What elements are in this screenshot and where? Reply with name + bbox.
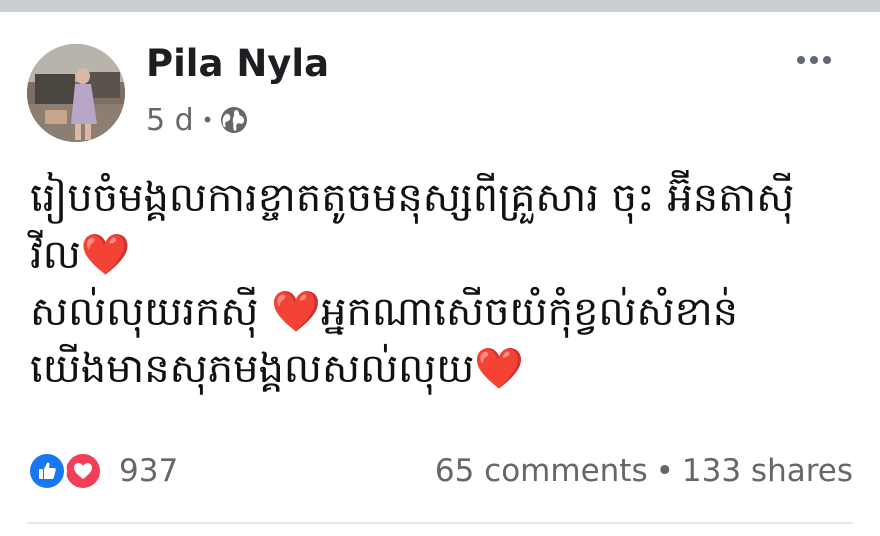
post-text: រៀបចំមង្គលការខ្ចាតតូចមនុស្សពីគ្រួសារ ចុះ… [30, 170, 860, 398]
avatar-photo [27, 44, 125, 142]
comments-count[interactable]: 65 comments [435, 453, 648, 489]
shares-count[interactable]: 133 shares [682, 453, 853, 489]
like-icon [27, 451, 67, 491]
post-text-line: សល់លុយរកស៊ី ❤️អ្នកណាសើចយំកុំខ្វល់សំខាន់ [30, 289, 739, 335]
reaction-icons[interactable] [27, 451, 107, 491]
post-text-line: រៀបចំមង្គលការខ្ចាតតូចមនុស្សពីគ្រួសារ ចុះ… [30, 175, 795, 221]
top-edge-bar [0, 0, 880, 12]
post-stats: 65 comments • 133 shares [435, 451, 853, 491]
dot-icon [810, 56, 818, 64]
heart-emoji: ❤️ [474, 346, 525, 392]
post-author-name[interactable]: Pila Nyla [146, 43, 329, 85]
love-icon [63, 451, 103, 491]
post-meta: 5 d • [146, 100, 249, 140]
post-time[interactable]: 5 d [146, 103, 194, 138]
heart-emoji: ❤️ [271, 289, 322, 335]
post-text-line: វីល❤️ [30, 232, 131, 278]
dot-icon [823, 56, 831, 64]
divider [27, 522, 853, 524]
meta-separator: • [201, 108, 214, 132]
stats-separator: • [655, 453, 674, 489]
heart-emoji: ❤️ [80, 232, 131, 278]
post-footer: 937 65 comments • 133 shares [27, 447, 853, 495]
post-text-line: យើងមានសុភមង្គលសល់លុយ❤️ [30, 346, 525, 392]
globe-icon[interactable] [219, 105, 249, 135]
reaction-count[interactable]: 937 [119, 451, 178, 491]
more-options-button[interactable] [790, 48, 838, 72]
dot-icon [797, 56, 805, 64]
avatar[interactable] [27, 44, 125, 142]
